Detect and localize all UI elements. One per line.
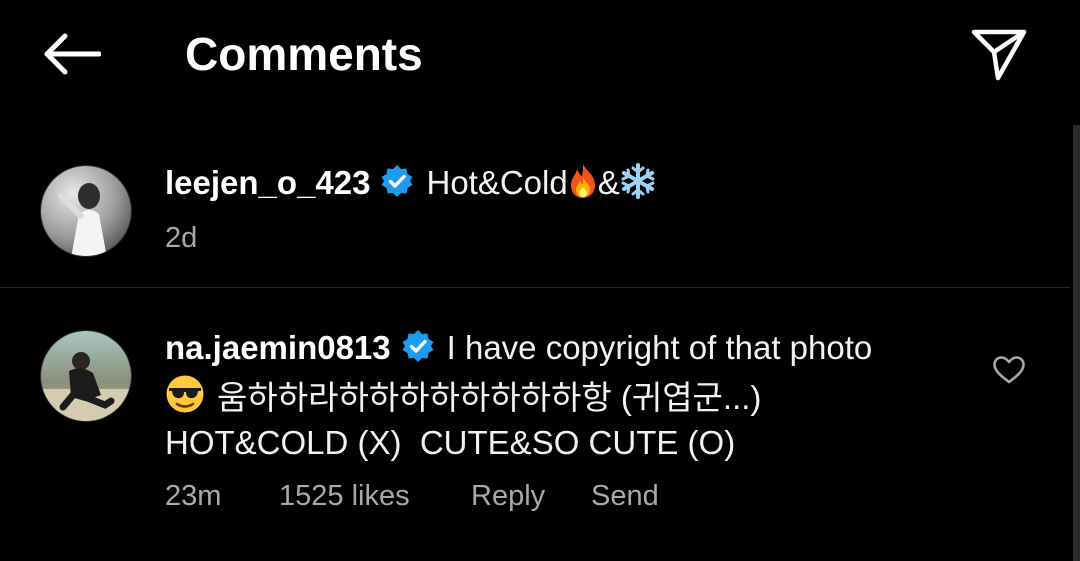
reply-line-3: HOT&COLD (X) CUTE&SO CUTE (O) (165, 420, 735, 466)
back-button[interactable] (36, 26, 106, 82)
comment-text-line2: 움하하라하하하하하하하하항 (귀엽군...) (217, 379, 762, 416)
comment-time: 23m (165, 480, 222, 512)
page-title: Comments (185, 28, 423, 80)
likes-count[interactable]: 1525 likes (279, 476, 471, 516)
like-button[interactable] (988, 350, 1030, 390)
paper-plane-icon (971, 29, 1027, 81)
reply-line-2: 움하하라하하하하하하하하항 (귀엽군...) (165, 374, 761, 426)
verified-badge-icon (401, 329, 435, 363)
comment-username[interactable]: na.jaemin0813 (165, 329, 391, 366)
comments-header: Comments (0, 0, 1080, 110)
send-button[interactable]: Send (591, 476, 659, 516)
avatar[interactable] (40, 330, 132, 422)
avatar[interactable] (40, 165, 132, 257)
caption-text: Hot&Cold (426, 164, 568, 201)
caption-line: leejen_o_423 Hot&Cold & (165, 160, 656, 211)
arrow-left-icon (44, 33, 101, 75)
profile-photo-icon (41, 166, 131, 256)
verified-badge-icon (380, 164, 414, 198)
sunglasses-face-icon (165, 374, 205, 426)
scrollbar[interactable] (1073, 125, 1080, 561)
share-button[interactable] (966, 22, 1032, 86)
fire-icon (568, 163, 598, 211)
comment-text-line1: I have copyright of that photo (446, 329, 873, 366)
caption-meta: 2d (165, 218, 197, 258)
divider (0, 287, 1070, 288)
snowflake-icon (620, 163, 656, 211)
caption-text-amp: & (597, 164, 620, 201)
comment-time: 2d (165, 222, 198, 254)
reply-button[interactable]: Reply (471, 476, 591, 516)
comment-username[interactable]: leejen_o_423 (165, 164, 370, 201)
comment-text-line3: HOT&COLD (X) CUTE&SO CUTE (O) (165, 424, 736, 461)
heart-icon (993, 356, 1025, 384)
reply-meta: 23m 1525 likes Reply Send (165, 476, 659, 516)
profile-photo-icon (41, 331, 131, 421)
reply-line-1: na.jaemin0813 I have copyright of that ph… (165, 325, 872, 371)
